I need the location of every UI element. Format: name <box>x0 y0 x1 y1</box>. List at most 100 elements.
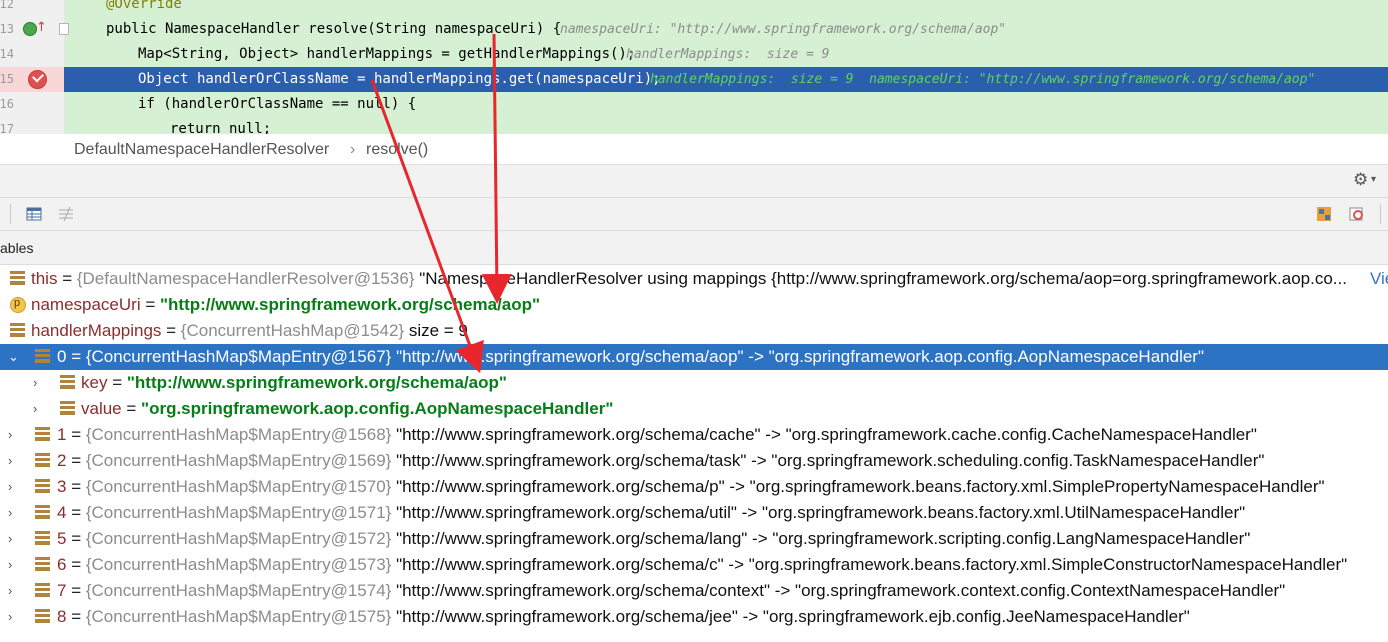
chevron-down-icon[interactable]: ⌄ <box>8 349 22 364</box>
row-text: 8 = {ConcurrentHashMap$MapEntry@1575} "h… <box>57 607 1190 627</box>
var-eq: = <box>66 451 86 470</box>
map-entry-row-0[interactable]: ⌄ 0 = {ConcurrentHashMap$MapEntry@1567} … <box>0 344 1388 370</box>
variables-tree[interactable]: this = {DefaultNamespaceHandlerResolver@… <box>0 266 1388 642</box>
var-value: "http://www.springframework.org/schema/j… <box>391 607 1190 626</box>
variables-title: ables <box>0 240 34 256</box>
var-eq: = <box>66 555 86 574</box>
field-icon <box>35 531 50 545</box>
field-icon <box>10 323 25 337</box>
var-eq: = <box>121 399 142 418</box>
fold-icon[interactable] <box>59 23 69 35</box>
table-view-icon[interactable] <box>26 206 42 222</box>
row-text: 6 = {ConcurrentHashMap$MapEntry@1573} "h… <box>57 555 1347 575</box>
variables-header: ables <box>0 231 1388 265</box>
code-editor[interactable]: 12 @Override 13 ↑ public NamespaceHandle… <box>0 0 1388 134</box>
var-name: key <box>81 373 108 392</box>
chevron-right-icon[interactable]: › <box>8 427 22 442</box>
variable-row-this[interactable]: this = {DefaultNamespaceHandlerResolver@… <box>0 266 1388 292</box>
watches-icon[interactable] <box>1349 206 1365 222</box>
gear-icon[interactable]: ⚙ <box>1353 172 1369 189</box>
chevron-right-icon[interactable]: › <box>8 609 22 624</box>
map-entry-key-row[interactable]: › key = "http://www.springframework.org/… <box>0 370 1388 396</box>
breadcrumb-separator: › <box>350 141 356 158</box>
var-eq: = <box>57 269 77 288</box>
code-line-15-current: 15 Object handlerOrClassName = handlerMa… <box>0 67 1388 92</box>
code-text: Map<String, Object> handlerMappings = ge… <box>138 46 636 62</box>
chevron-right-icon[interactable]: › <box>8 583 22 598</box>
var-name: this <box>31 269 58 288</box>
code-line-16: 16 if (handlerOrClassName == null) { <box>0 92 1388 117</box>
map-entry-row-4[interactable]: › 4 = {ConcurrentHashMap$MapEntry@1571} … <box>0 500 1388 526</box>
map-entry-row-6[interactable]: › 6 = {ConcurrentHashMap$MapEntry@1573} … <box>0 552 1388 578</box>
var-eq: = <box>161 321 181 340</box>
var-value: "http://www.springframework.org/schema/a… <box>159 295 541 314</box>
restore-layout-icon[interactable] <box>1316 206 1332 222</box>
field-icon <box>60 401 75 415</box>
var-eq: = <box>66 503 86 522</box>
map-entry-row-3[interactable]: › 3 = {ConcurrentHashMap$MapEntry@1570} … <box>0 474 1388 500</box>
parameter-icon: p <box>10 297 26 313</box>
map-entry-row-7[interactable]: › 7 = {ConcurrentHashMap$MapEntry@1574} … <box>0 578 1388 604</box>
row-text: namespaceUri = "http://www.springframewo… <box>31 295 540 315</box>
breadcrumb-class[interactable]: DefaultNamespaceHandlerResolver <box>74 141 329 159</box>
var-ref: {ConcurrentHashMap$MapEntry@1572} <box>85 529 392 548</box>
map-entry-row-5[interactable]: › 5 = {ConcurrentHashMap$MapEntry@1572} … <box>0 526 1388 552</box>
chevron-right-icon[interactable]: › <box>8 557 22 572</box>
var-eq: = <box>66 607 86 626</box>
chevron-right-icon[interactable]: › <box>33 375 47 390</box>
dropdown-arrow-icon[interactable]: ▾ <box>1371 174 1387 190</box>
row-text: 2 = {ConcurrentHashMap$MapEntry@1569} "h… <box>57 451 1264 471</box>
chevron-right-icon[interactable]: › <box>8 531 22 546</box>
var-value: "http://www.springframework.org/schema/c… <box>391 555 1348 574</box>
row-text: handlerMappings = {ConcurrentHashMap@154… <box>31 321 468 341</box>
inline-debug-value: namespaceUri: "http://www.springframewor… <box>560 22 1007 37</box>
chevron-right-icon[interactable]: › <box>8 479 22 494</box>
code-text: @Override <box>106 0 182 12</box>
variable-row-handlerMappings[interactable]: handlerMappings = {ConcurrentHashMap@154… <box>0 318 1388 344</box>
field-icon <box>35 609 50 623</box>
var-ref: {ConcurrentHashMap$MapEntry@1573} <box>85 555 392 574</box>
field-icon <box>35 427 50 441</box>
up-arrow-icon: ↑ <box>36 20 47 35</box>
var-eq: = <box>107 373 127 392</box>
map-entry-row-2[interactable]: › 2 = {ConcurrentHashMap$MapEntry@1569} … <box>0 448 1388 474</box>
field-icon <box>35 557 50 571</box>
var-value: "http://www.springframework.org/schema/c… <box>391 581 1286 600</box>
line-number: 13 <box>0 22 14 36</box>
field-icon <box>10 271 25 285</box>
debug-panel-header: ⚙ ▾ <box>0 165 1388 198</box>
var-value: "http://www.springframework.org/schema/l… <box>391 529 1251 548</box>
chevron-right-icon[interactable]: › <box>8 505 22 520</box>
stream-icon[interactable] <box>58 206 74 222</box>
var-eq: = <box>66 529 86 548</box>
field-icon <box>35 505 50 519</box>
override-icon[interactable] <box>23 22 37 36</box>
line-number: 16 <box>0 97 14 111</box>
row-text: 1 = {ConcurrentHashMap$MapEntry@1568} "h… <box>57 425 1257 445</box>
line-number: 14 <box>0 47 14 61</box>
var-eq: = <box>66 425 86 444</box>
var-ref: {ConcurrentHashMap$MapEntry@1571} <box>85 503 392 522</box>
var-ref: {ConcurrentHashMap$MapEntry@1574} <box>85 581 392 600</box>
override-annotation: @Override <box>106 0 182 12</box>
row-text: value = "org.springframework.aop.config.… <box>81 399 613 419</box>
chevron-right-icon[interactable]: › <box>8 453 22 468</box>
view-link[interactable]: Vie <box>1370 269 1388 289</box>
code-line-14: 14 Map<String, Object> handlerMappings =… <box>0 42 1388 67</box>
var-ref: {ConcurrentHashMap$MapEntry@1570} <box>85 477 392 496</box>
row-text: 7 = {ConcurrentHashMap$MapEntry@1574} "h… <box>57 581 1285 601</box>
variable-row-namespaceUri[interactable]: p namespaceUri = "http://www.springframe… <box>0 292 1388 318</box>
inline-debug-value: handlerMappings: size = 9 <box>626 47 830 62</box>
field-icon <box>35 349 50 363</box>
breakpoint-check-icon[interactable] <box>28 70 47 89</box>
breadcrumb-method[interactable]: resolve() <box>366 141 428 159</box>
map-entry-row-8[interactable]: › 8 = {ConcurrentHashMap$MapEntry@1575} … <box>0 604 1388 630</box>
field-icon <box>35 453 50 467</box>
code-text: if (handlerOrClassName == null) { <box>138 96 417 112</box>
field-icon <box>35 479 50 493</box>
map-entry-value-row[interactable]: › value = "org.springframework.aop.confi… <box>0 396 1388 422</box>
toolbar-divider <box>10 204 11 224</box>
code-line-13: 13 ↑ public NamespaceHandler resolve(Str… <box>0 17 1388 42</box>
map-entry-row-1[interactable]: › 1 = {ConcurrentHashMap$MapEntry@1568} … <box>0 422 1388 448</box>
chevron-right-icon[interactable]: › <box>33 401 47 416</box>
